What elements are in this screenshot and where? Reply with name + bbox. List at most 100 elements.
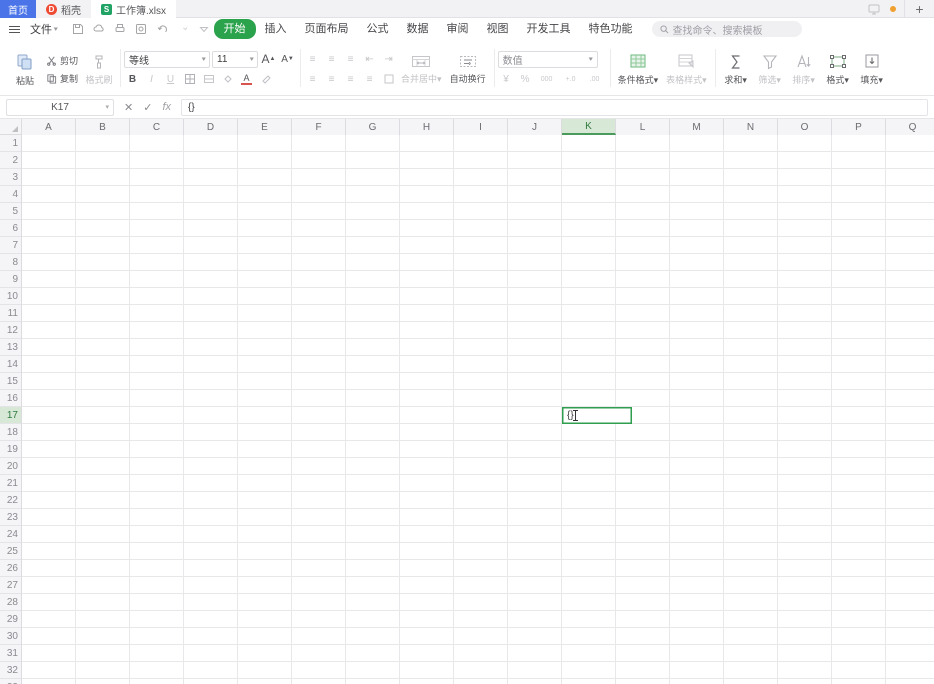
cell-N5[interactable] [724,203,778,220]
cell-F30[interactable] [292,628,346,645]
column-header-h[interactable]: H [400,119,454,135]
cell-H17[interactable] [400,407,454,424]
cell-G13[interactable] [346,339,400,356]
cell-P14[interactable] [832,356,886,373]
wrap-text-button[interactable]: 自动换行 [446,43,490,95]
cell-I5[interactable] [454,203,508,220]
cloud-sync-icon[interactable] [89,20,109,38]
cell-I8[interactable] [454,254,508,271]
row-header-31[interactable]: 31 [0,645,21,662]
cell-I19[interactable] [454,441,508,458]
cell-J27[interactable] [508,577,562,594]
cell-J31[interactable] [508,645,562,662]
cell-O5[interactable] [778,203,832,220]
cell-M32[interactable] [670,662,724,679]
cell-F29[interactable] [292,611,346,628]
cell-O32[interactable] [778,662,832,679]
tab-special-features[interactable]: 特色功能 [580,19,642,39]
cell-O17[interactable] [778,407,832,424]
cell-M29[interactable] [670,611,724,628]
tab-view[interactable]: 视图 [478,19,518,39]
cell-G33[interactable] [346,679,400,684]
cell-F32[interactable] [292,662,346,679]
cell-L2[interactable] [616,152,670,169]
cell-K16[interactable] [562,390,616,407]
cell-N20[interactable] [724,458,778,475]
cell-B33[interactable] [76,679,130,684]
column-header-a[interactable]: A [22,119,76,135]
cell-Q3[interactable] [886,169,934,186]
tab-home[interactable]: 首页 [0,0,36,18]
cell-J1[interactable] [508,135,562,152]
cell-K30[interactable] [562,628,616,645]
cell-K14[interactable] [562,356,616,373]
cell-E9[interactable] [238,271,292,288]
cell-E17[interactable] [238,407,292,424]
tab-docer[interactable]: D 稻壳 [36,0,91,18]
cell-A32[interactable] [22,662,76,679]
cell-P28[interactable] [832,594,886,611]
cell-G23[interactable] [346,509,400,526]
cell-H19[interactable] [400,441,454,458]
cell-I28[interactable] [454,594,508,611]
cell-B9[interactable] [76,271,130,288]
cell-K12[interactable] [562,322,616,339]
cell-F23[interactable] [292,509,346,526]
row-header-30[interactable]: 30 [0,628,21,645]
decrease-indent-icon[interactable]: ⇤ [361,51,378,68]
number-format-select[interactable]: 数值 ▾ [497,50,598,68]
cell-D19[interactable] [184,441,238,458]
cut-button[interactable]: 剪切 [44,52,80,68]
cell-D23[interactable] [184,509,238,526]
cell-P12[interactable] [832,322,886,339]
cell-G8[interactable] [346,254,400,271]
cell-N10[interactable] [724,288,778,305]
cell-I21[interactable] [454,475,508,492]
cell-C22[interactable] [130,492,184,509]
cell-E3[interactable] [238,169,292,186]
cell-P21[interactable] [832,475,886,492]
cell-C16[interactable] [130,390,184,407]
cell-B21[interactable] [76,475,130,492]
cell-L7[interactable] [616,237,670,254]
cell-J8[interactable] [508,254,562,271]
cell-P11[interactable] [832,305,886,322]
cell-D32[interactable] [184,662,238,679]
cell-A2[interactable] [22,152,76,169]
cell-K5[interactable] [562,203,616,220]
cell-F9[interactable] [292,271,346,288]
cell-J11[interactable] [508,305,562,322]
cell-area[interactable]: {} [22,135,934,684]
cell-D13[interactable] [184,339,238,356]
cell-G20[interactable] [346,458,400,475]
cell-B3[interactable] [76,169,130,186]
row-header-14[interactable]: 14 [0,356,21,373]
cell-P5[interactable] [832,203,886,220]
font-color-icon[interactable]: A [238,71,255,88]
cell-Q25[interactable] [886,543,934,560]
cell-Q4[interactable] [886,186,934,203]
cell-O1[interactable] [778,135,832,152]
cell-G10[interactable] [346,288,400,305]
cell-G28[interactable] [346,594,400,611]
cell-N7[interactable] [724,237,778,254]
cell-B28[interactable] [76,594,130,611]
cell-K6[interactable] [562,220,616,237]
cell-P30[interactable] [832,628,886,645]
cell-B1[interactable] [76,135,130,152]
cell-G4[interactable] [346,186,400,203]
row-header-10[interactable]: 10 [0,288,21,305]
paste-button[interactable]: 粘贴 [8,43,42,95]
cell-A16[interactable] [22,390,76,407]
copy-button[interactable]: 复制 [44,70,80,86]
cell-N12[interactable] [724,322,778,339]
cell-O16[interactable] [778,390,832,407]
cell-K24[interactable] [562,526,616,543]
cell-J22[interactable] [508,492,562,509]
cell-O3[interactable] [778,169,832,186]
cell-B31[interactable] [76,645,130,662]
column-header-q[interactable]: Q [886,119,934,135]
cell-P18[interactable] [832,424,886,441]
cell-M22[interactable] [670,492,724,509]
monitor-icon[interactable] [868,3,880,15]
